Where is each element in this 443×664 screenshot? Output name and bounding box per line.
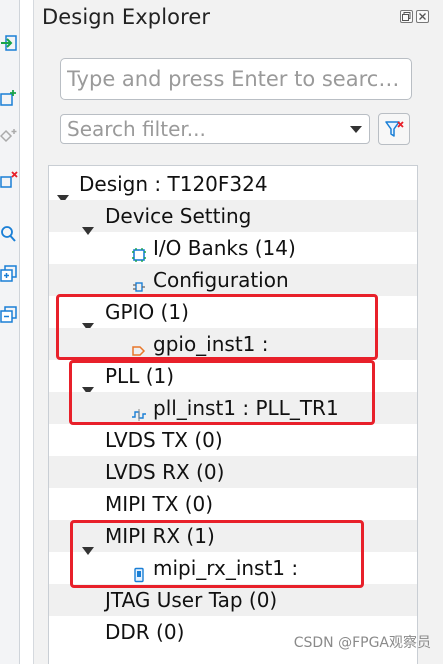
search-input[interactable] <box>60 58 412 100</box>
tree-row[interactable]: JTAG User Tap (0) <box>49 584 417 616</box>
design-tree: Design : T120F324 Device Setting I/O Banks… <box>48 165 418 664</box>
tree-row[interactable]: Device Setting <box>49 200 417 235</box>
tree-row-label: mipi_rx_inst1 : <box>153 556 299 580</box>
design-explorer-panel: Design Explorer Search filter... Design … <box>33 0 443 664</box>
add-block-icon[interactable] <box>0 88 18 108</box>
delete-block-icon[interactable] <box>0 170 18 190</box>
search-icon[interactable] <box>0 224 18 244</box>
tree-row[interactable]: MIPI RX (1) <box>49 520 417 555</box>
tree-row[interactable]: I/O Banks (14) <box>49 232 417 264</box>
search-filter-combo[interactable]: Search filter... <box>60 114 370 144</box>
tree-row-label: I/O Banks (14) <box>153 236 296 260</box>
panel-title: Design Explorer <box>42 5 211 29</box>
tree-row[interactable]: LVDS RX (0) <box>49 456 417 488</box>
tree-row[interactable]: pll_inst1 : PLL_TR1 <box>49 392 417 424</box>
tree-row-label: GPIO (1) <box>105 300 189 324</box>
search-filter-placeholder: Search filter... <box>67 117 206 141</box>
tree-row-label: MIPI TX (0) <box>105 492 214 516</box>
tree-row-label: LVDS RX (0) <box>105 460 225 484</box>
tree-row-label: Configuration <box>153 268 289 292</box>
tree-row-label: Design : T120F324 <box>79 172 268 196</box>
add-diamond-icon[interactable] <box>0 126 18 146</box>
tree-row-label: DDR (0) <box>105 620 185 644</box>
tree-row[interactable]: Design : T120F324 <box>49 168 417 203</box>
import-icon[interactable] <box>0 33 18 53</box>
expand-all-icon[interactable] <box>0 264 18 284</box>
tree-row[interactable]: GPIO (1) <box>49 296 417 331</box>
tree-row[interactable]: mipi_rx_inst1 : <box>49 552 417 584</box>
watermark: CSDN @FPGA观察员 <box>293 635 431 651</box>
float-panel-icon[interactable] <box>400 10 413 23</box>
tree-row[interactable]: gpio_inst1 : <box>49 328 417 360</box>
tree-row[interactable]: LVDS TX (0) <box>49 424 417 456</box>
tree-row-label: PLL (1) <box>105 364 175 388</box>
tree-row[interactable]: PLL (1) <box>49 360 417 395</box>
filter-button[interactable] <box>378 113 410 145</box>
tree-row-label: pll_inst1 : PLL_TR1 <box>153 396 339 420</box>
tree-row[interactable]: MIPI TX (0) <box>49 488 417 520</box>
funnel-icon <box>385 121 404 137</box>
tree-row-label: Device Setting <box>105 204 252 228</box>
tree-row-label: LVDS TX (0) <box>105 428 223 452</box>
collapse-all-icon[interactable] <box>0 305 18 325</box>
left-toolbar <box>0 0 20 664</box>
close-panel-icon[interactable] <box>416 10 429 23</box>
tree-row-label: MIPI RX (1) <box>105 524 215 548</box>
tree-row-label: gpio_inst1 : <box>153 332 269 356</box>
chevron-down-icon <box>350 126 362 133</box>
tree-row[interactable]: Configuration <box>49 264 417 296</box>
tree-row-label: JTAG User Tap (0) <box>105 588 278 612</box>
